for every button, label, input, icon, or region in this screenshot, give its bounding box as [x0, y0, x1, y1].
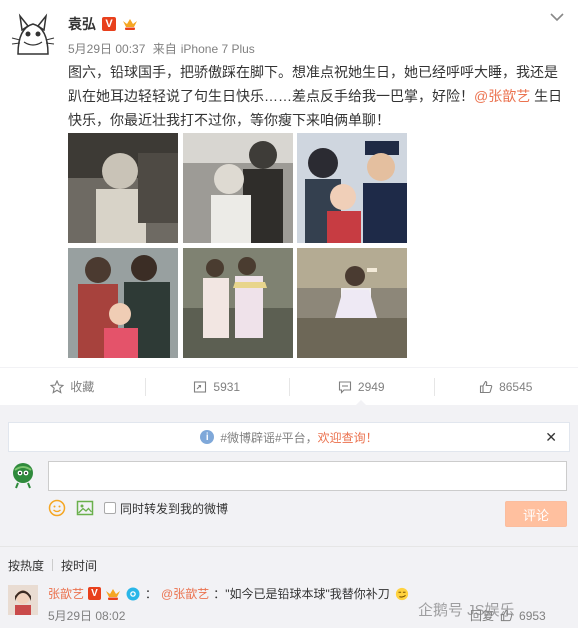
- smirk-emoji-icon: [395, 587, 408, 600]
- repost-checkbox-label[interactable]: 同时转发到我的微博: [120, 500, 228, 517]
- divider: [0, 546, 578, 547]
- photo-6[interactable]: [297, 248, 407, 358]
- post-text: 图六，铅球国手，把骄傲踩在脚下。想准点祝她生日，她已经呼呼大睡，我还是趴在她耳边…: [68, 60, 566, 132]
- camera-badge-icon: [126, 587, 140, 600]
- repost-checkbox[interactable]: [104, 502, 116, 514]
- comment-tools: 同时转发到我的微博: [48, 499, 228, 517]
- commenter-avatar[interactable]: [8, 585, 38, 615]
- comment-like-count: 6953: [519, 608, 546, 623]
- my-avatar[interactable]: [8, 460, 38, 490]
- image-icon[interactable]: [76, 499, 94, 517]
- photo-4[interactable]: [68, 248, 178, 358]
- comment-input[interactable]: [48, 461, 567, 491]
- author-line: 袁弘 V: [68, 14, 138, 34]
- verified-v-icon: V: [88, 587, 102, 600]
- comment-text: ："如今已是铅球本球"我替你补刀: [213, 587, 390, 601]
- post-source: iPhone 7 Plus: [180, 42, 255, 56]
- weibo-post: 袁弘 V 5月29日 00:37 来自 iPhone 7 Plus 图六，铅球国手…: [0, 0, 578, 406]
- comment-count: 2949: [357, 379, 385, 394]
- verified-v-icon: V: [102, 17, 116, 31]
- photo-1[interactable]: [68, 133, 178, 243]
- source-prefix: 来自: [152, 42, 177, 56]
- submit-comment-button[interactable]: 评论: [505, 501, 567, 527]
- star-icon: [50, 379, 65, 394]
- photo-5[interactable]: [183, 248, 293, 358]
- sort-by-time[interactable]: 按时间: [61, 557, 103, 574]
- emoji-icon[interactable]: [48, 499, 66, 517]
- post-meta: 5月29日 00:37 来自 iPhone 7 Plus: [68, 40, 259, 57]
- post-mention-link[interactable]: @张歆艺: [474, 88, 530, 104]
- author-name[interactable]: 袁弘: [68, 14, 96, 34]
- chevron-down-icon[interactable]: [550, 12, 564, 22]
- info-icon: i: [200, 430, 215, 444]
- like-button[interactable]: 86545: [433, 368, 578, 405]
- comment-mention-link[interactable]: @张歆艺: [161, 585, 209, 602]
- favorite-label: 收藏: [70, 380, 95, 394]
- comment-sort: 按热度 按时间: [8, 557, 103, 574]
- sort-separator: [52, 559, 54, 571]
- thumbs-up-icon[interactable]: [500, 609, 513, 622]
- comment-line: 张歆艺 V ： @张歆艺 ："如今已是铅球本球"我替你补刀: [48, 585, 410, 602]
- rumor-notice: i #微博辟谣#平台， 欢迎查询！ ✕: [8, 422, 570, 452]
- comments-panel: i #微博辟谣#平台， 欢迎查询！ ✕ 同时转发到我的微博 评论 按热度 按时间…: [0, 405, 578, 628]
- repost-button[interactable]: 5931: [144, 368, 290, 405]
- close-icon[interactable]: ✕: [545, 429, 557, 446]
- repost-icon: [194, 380, 207, 393]
- repost-count: 5931: [213, 379, 241, 394]
- notice-welcome-link[interactable]: 欢迎查询！: [318, 429, 378, 446]
- notice-tag[interactable]: #微博辟谣#平台，: [220, 429, 317, 446]
- vip-crown-icon: [123, 19, 137, 30]
- reply-button[interactable]: 回复: [470, 607, 494, 624]
- post-time[interactable]: 5月29日 00:37: [68, 42, 145, 56]
- photo-2[interactable]: [183, 133, 293, 243]
- like-count: 86545: [499, 379, 533, 394]
- sort-by-hot[interactable]: 按热度: [8, 557, 50, 574]
- action-bar: 收藏 5931 2949 86545: [0, 367, 578, 406]
- comment-button[interactable]: 2949: [289, 368, 434, 406]
- author-avatar[interactable]: [8, 10, 58, 60]
- photo-3[interactable]: [297, 133, 407, 243]
- comment-actions: 回复 6953: [470, 607, 546, 624]
- comment-time: 5月29日 08:02: [48, 609, 126, 623]
- favorite-button[interactable]: 收藏: [0, 368, 145, 405]
- comment-icon: [338, 380, 351, 394]
- commenter-name[interactable]: 张歆艺: [48, 585, 84, 602]
- comment-separator: ：: [145, 587, 158, 601]
- thumbs-up-icon: [480, 380, 493, 393]
- vip-crown-icon: [106, 588, 121, 600]
